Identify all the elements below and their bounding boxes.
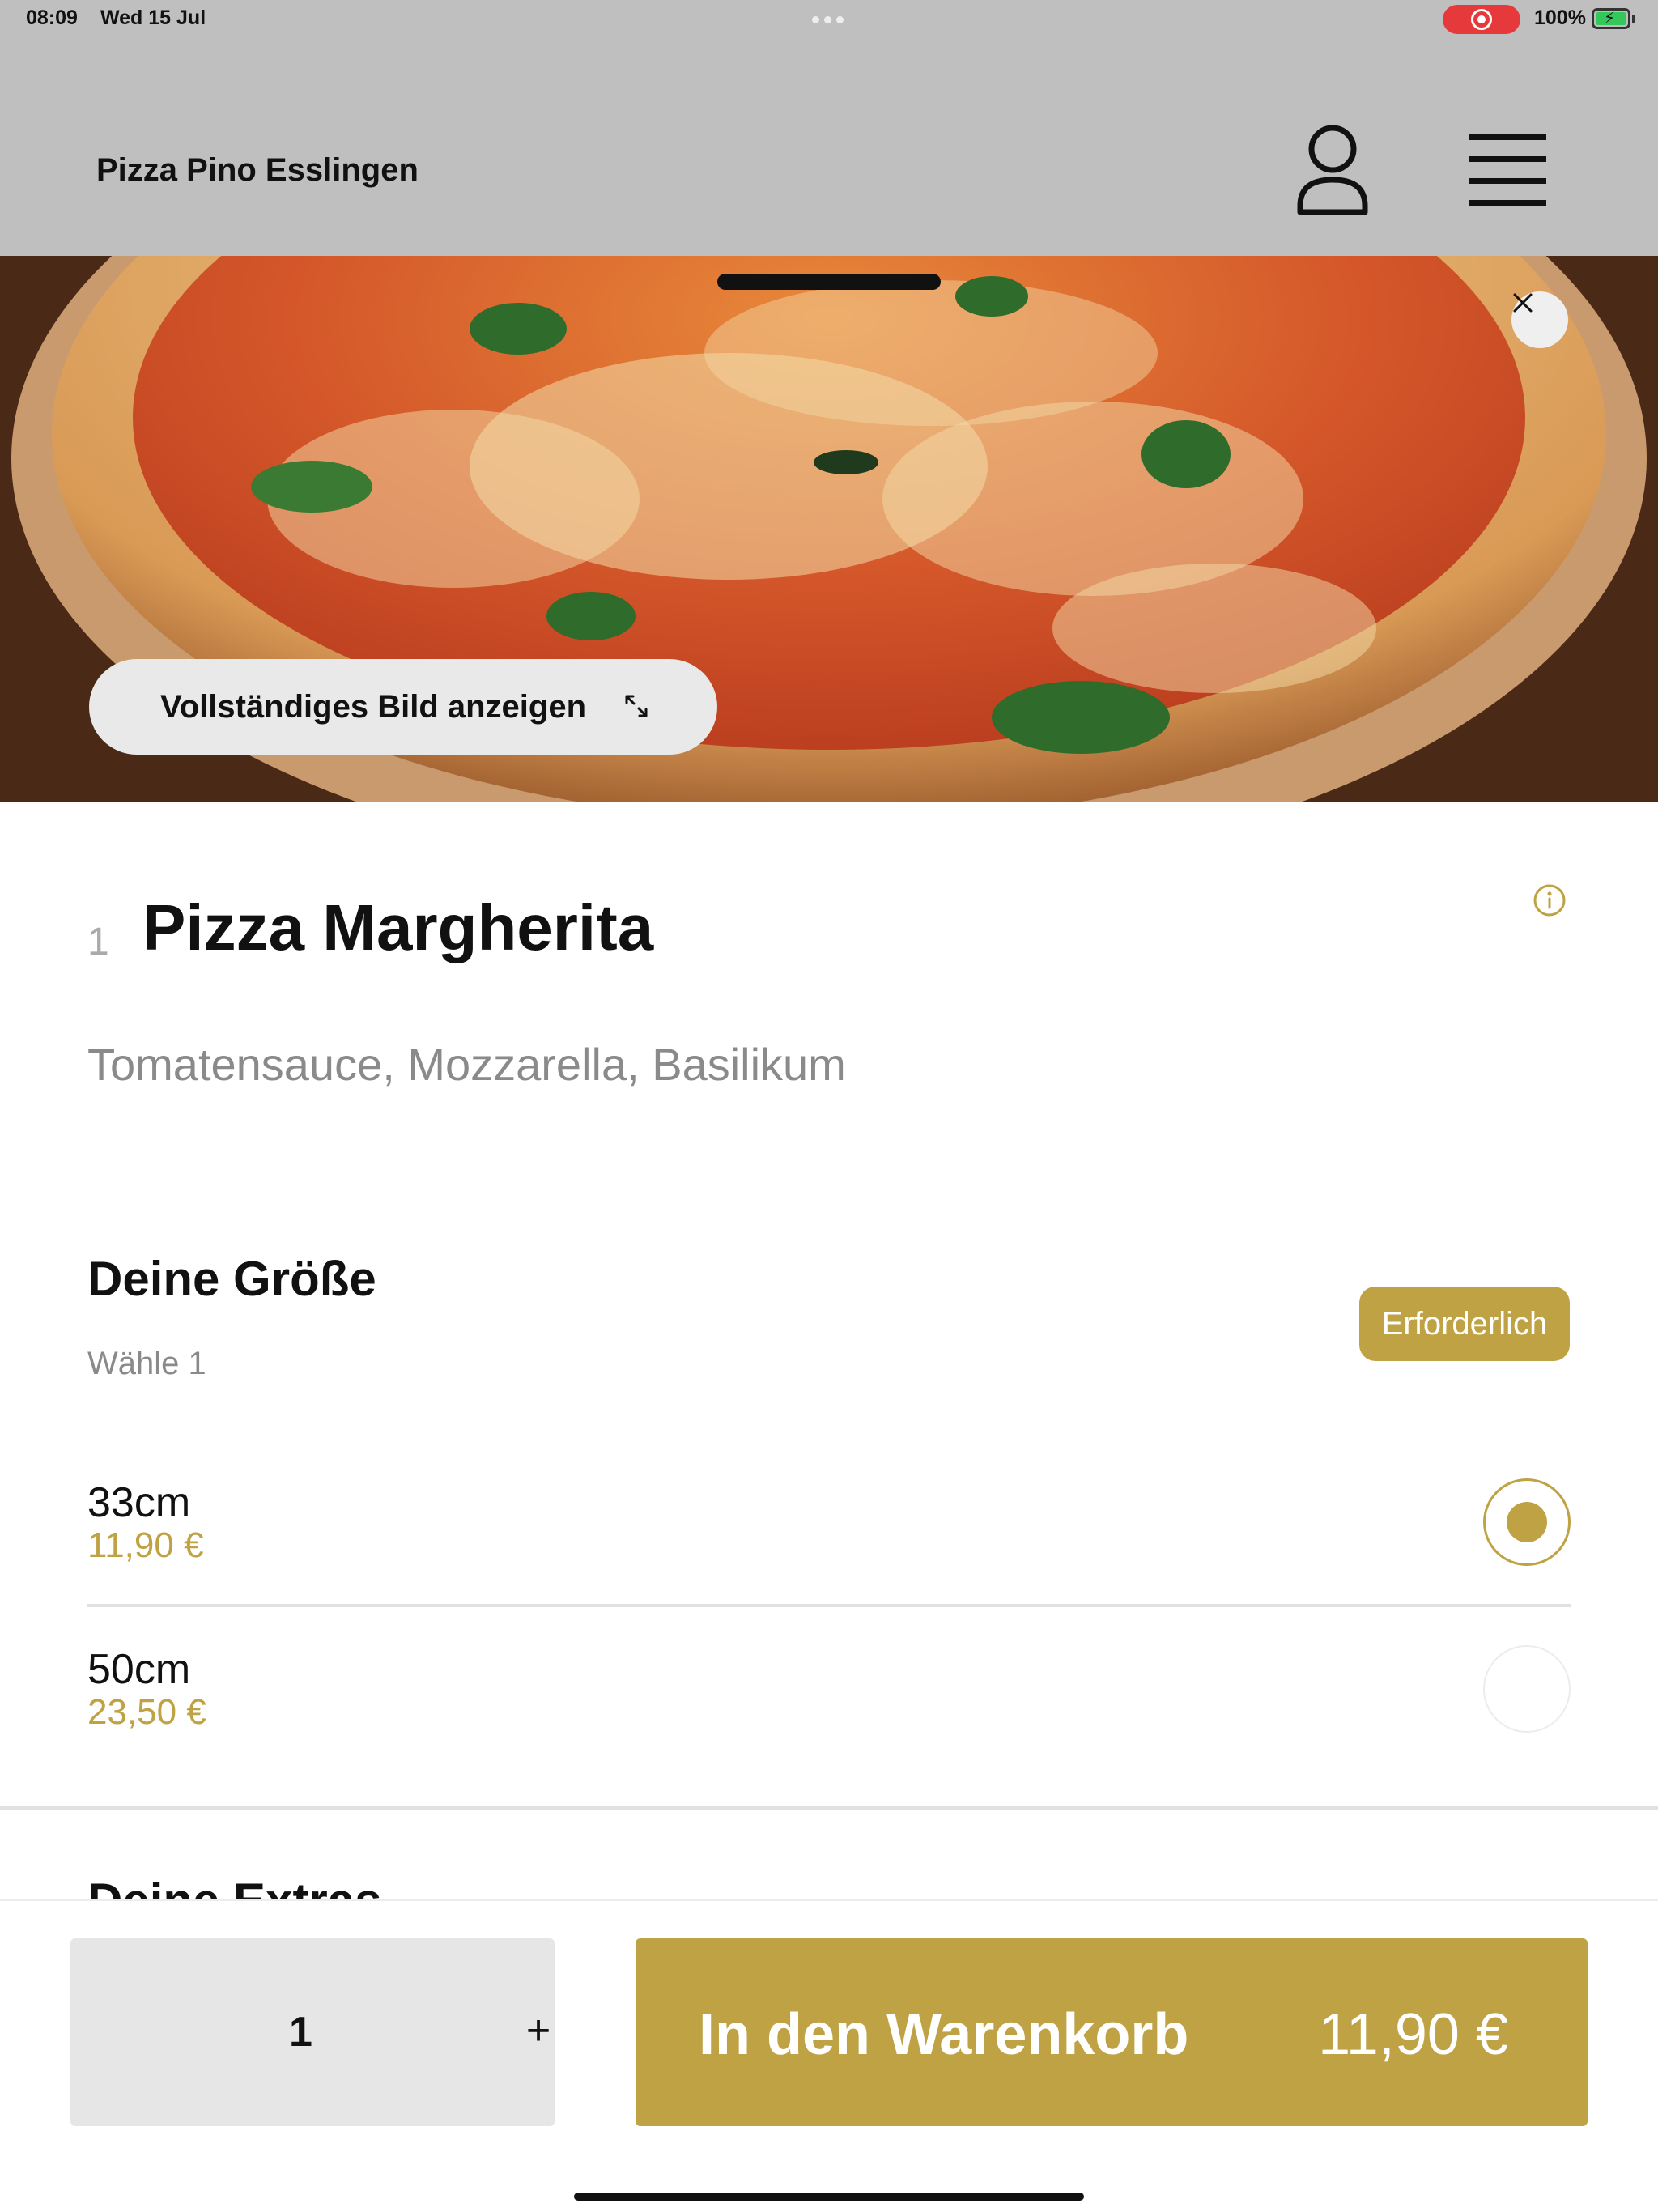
quantity-value: 1 <box>289 2009 312 2056</box>
size-radio-selected[interactable] <box>1483 1478 1571 1566</box>
size-section-subtitle: Wähle 1 <box>87 1346 206 1381</box>
required-badge: Erforderlich <box>1359 1287 1570 1361</box>
menu-button[interactable] <box>1465 134 1546 207</box>
size-option-price: 11,90 € <box>87 1525 204 1565</box>
product-title: Pizza Margherita <box>142 891 654 963</box>
battery-percentage: 100% <box>1534 6 1586 29</box>
info-icon[interactable] <box>1533 883 1567 917</box>
size-option-50cm[interactable]: 50cm 23,50 € <box>87 1645 1571 1807</box>
add-to-cart-price: 11,90 € <box>1318 2002 1508 2067</box>
size-option-name: 50cm <box>87 1646 191 1693</box>
expand-arrows-icon <box>625 695 648 717</box>
screen: 08:09 Wed 15 Jul 100% ⚡ Pizza Pino Essli… <box>0 0 1658 2212</box>
section-divider <box>0 1806 1658 1810</box>
multitasking-dots-icon[interactable] <box>812 16 844 23</box>
battery-icon: ⚡ <box>1592 8 1630 29</box>
close-button[interactable] <box>1511 291 1568 348</box>
size-option-name: 33cm <box>87 1479 191 1526</box>
add-to-cart-label: In den Warenkorb <box>699 2002 1189 2067</box>
size-option-33cm[interactable]: 33cm 11,90 € <box>87 1478 1571 1640</box>
person-icon <box>1297 125 1368 215</box>
status-bar: 08:09 Wed 15 Jul 100% ⚡ <box>0 0 1658 39</box>
sheet-grabber[interactable] <box>717 274 941 290</box>
home-indicator[interactable] <box>574 2193 1084 2201</box>
show-full-image-button[interactable]: Vollständiges Bild anzeigen <box>89 659 717 755</box>
close-icon <box>1513 293 1533 313</box>
restaurant-name[interactable]: Pizza Pino Esslingen <box>96 152 419 189</box>
screen-recording-icon[interactable] <box>1443 5 1520 34</box>
size-option-price: 23,50 € <box>87 1692 206 1732</box>
size-radio-unselected[interactable] <box>1483 1645 1571 1733</box>
product-description: Tomatensauce, Mozzarella, Basilikum <box>87 1039 846 1090</box>
status-time: 08:09 <box>26 6 78 29</box>
quantity-stepper: 1 + <box>70 1938 555 2126</box>
quantity-plus-button[interactable]: + <box>514 2006 563 2055</box>
size-section-title: Deine Größe <box>87 1252 376 1306</box>
bottom-action-bar: 1 + In den Warenkorb 11,90 € <box>0 1899 1658 2212</box>
option-divider <box>87 1604 1571 1607</box>
add-to-cart-button[interactable]: In den Warenkorb 11,90 € <box>636 1938 1588 2126</box>
app-header: Pizza Pino Esslingen <box>0 39 1658 256</box>
product-number: 1 <box>87 921 109 963</box>
product-image[interactable]: Vollständiges Bild anzeigen <box>0 256 1658 802</box>
status-date: Wed 15 Jul <box>100 6 206 29</box>
required-badge-label: Erforderlich <box>1381 1305 1548 1342</box>
show-full-image-label: Vollständiges Bild anzeigen <box>160 689 587 725</box>
profile-button[interactable] <box>1292 121 1373 219</box>
battery-cap <box>1632 15 1635 23</box>
